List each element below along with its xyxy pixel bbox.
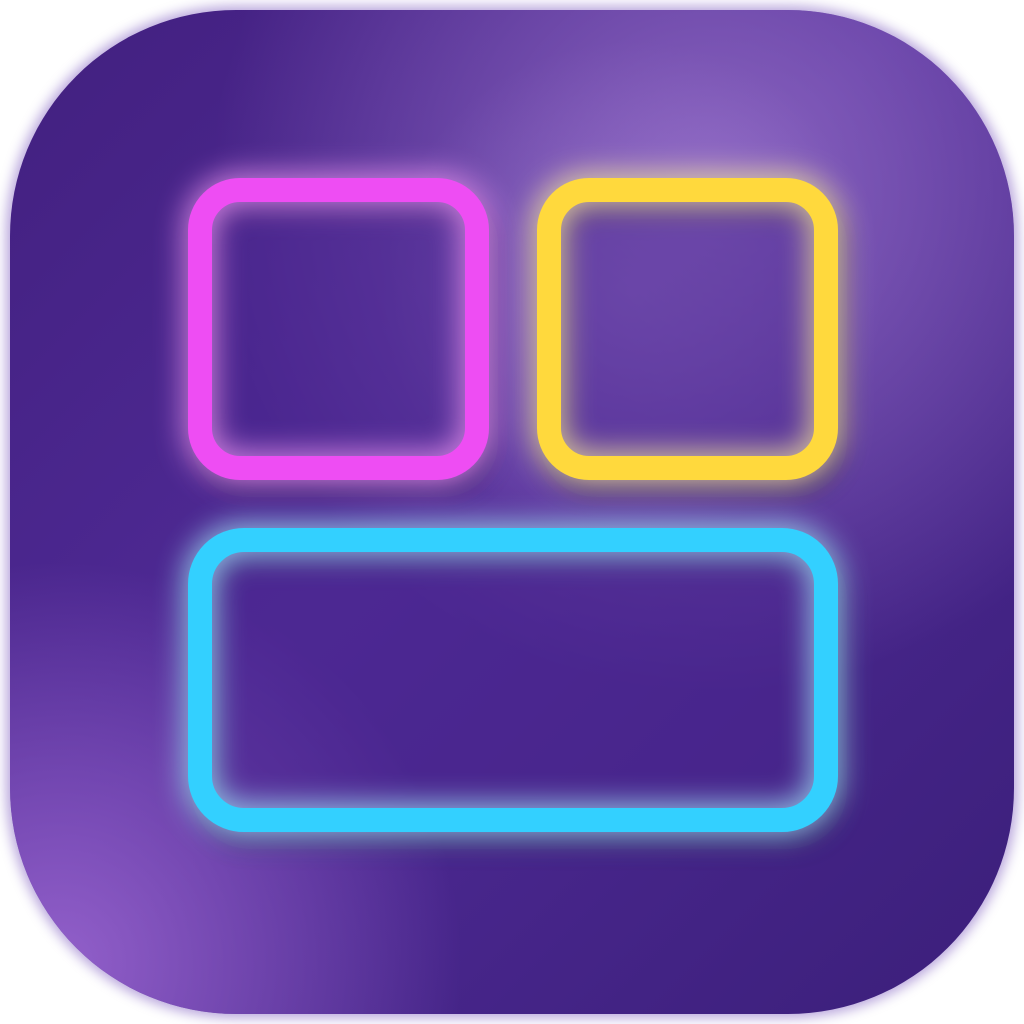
app-icon	[6, 6, 1018, 1018]
top-right-tile	[532, 173, 847, 497]
top-left-tile-fill	[200, 190, 477, 468]
bottom-wide-tile-fill	[200, 540, 826, 820]
bottom-wide-tile	[183, 523, 847, 849]
app-icon-canvas	[0, 0, 1024, 1024]
icon-background	[6, 6, 1018, 1018]
top-left-tile	[183, 173, 498, 497]
top-right-tile-fill	[549, 190, 826, 468]
